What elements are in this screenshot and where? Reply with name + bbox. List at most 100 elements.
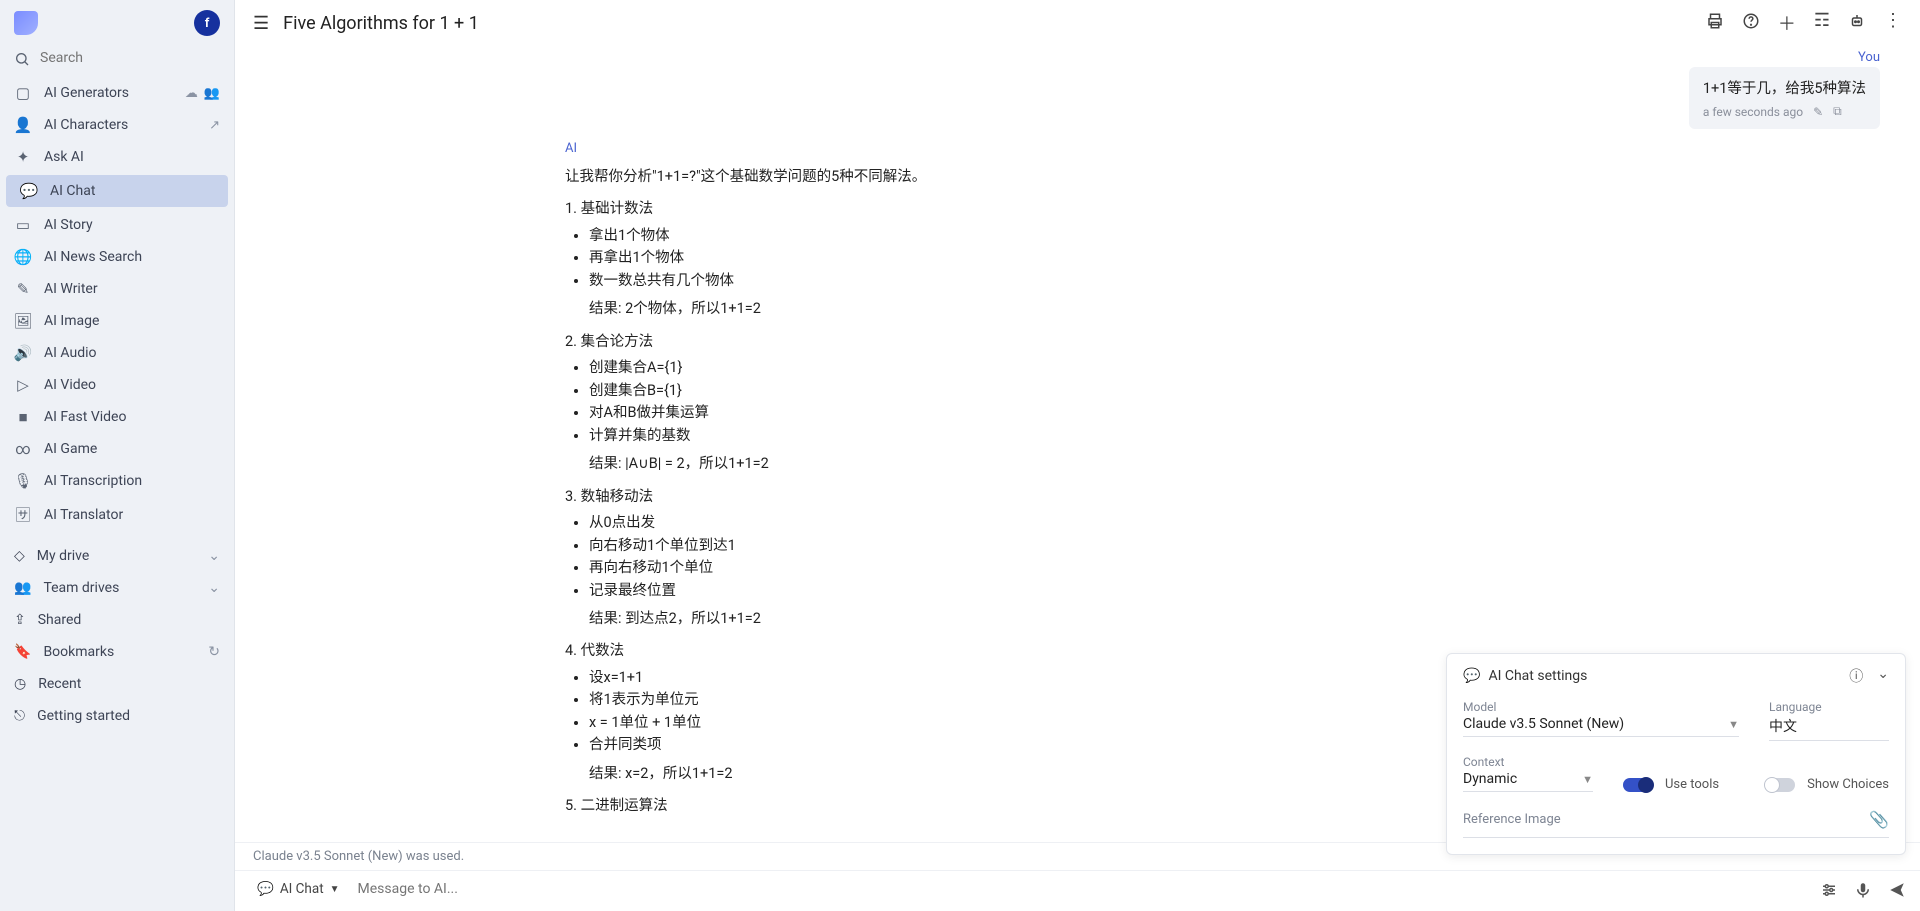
dropdown-icon: ▼ — [1728, 718, 1739, 731]
sidebar-tool-ai-writer[interactable]: ✎AI Writer — [0, 273, 234, 305]
send-icon[interactable] — [1888, 879, 1906, 900]
sidebar-tool-ai-fast-video[interactable]: ■AI Fast Video — [0, 401, 234, 433]
mode-chip[interactable]: 💬 AI Chat ▼ — [249, 877, 348, 901]
label: AI Characters — [44, 117, 128, 133]
sidebar-tool-ai-game[interactable]: ∞ AI Game — [0, 433, 234, 465]
topbar: ☰ Five Algorithms for 1 + 1 ＋ ☶ ⋮ — [235, 0, 1920, 46]
sidebar-ai-characters[interactable]: 👤 AI Characters ↗ — [0, 109, 234, 141]
user-avatar[interactable]: f — [194, 10, 220, 36]
tune-icon[interactable] — [1820, 879, 1838, 900]
sidebar-tool-ai-audio[interactable]: 🔊 AI Audio — [0, 337, 234, 369]
open-icon[interactable]: ↗ — [209, 118, 220, 133]
chevron-down-icon: ⌄ — [208, 548, 220, 564]
list-item: 计算并集的基数 — [589, 425, 1225, 447]
list-item: 再向右移动1个单位 — [589, 557, 1225, 579]
more-icon[interactable]: ⋮ — [1884, 10, 1902, 36]
volume-icon: 🔊 — [14, 344, 32, 362]
list-item: 向右移动1个单位到达1 — [589, 535, 1225, 557]
image-icon: 🖼 — [14, 312, 32, 330]
print-icon[interactable] — [1706, 10, 1724, 36]
list-item: 创建集合B={1} — [589, 380, 1225, 402]
copy-icon[interactable]: ⧉ — [1833, 104, 1842, 119]
reference-image-label: Reference Image — [1463, 812, 1561, 827]
sidebar-section-my-drive[interactable]: ◇ My drive ⌄ — [0, 540, 234, 572]
list-item: x = 1单位 + 1单位 — [589, 712, 1225, 734]
label: My drive — [37, 548, 89, 564]
list-item: 合并同类项 — [589, 734, 1225, 756]
show-choices-label: Show Choices — [1807, 777, 1889, 792]
sidebar-ai-generators[interactable]: ▢ AI Generators ☁ 👥 — [0, 77, 234, 109]
search-input[interactable] — [40, 50, 220, 66]
ai-response: 让我帮你分析"1+1=?"这个基础数学问题的5种不同解法。 1. 基础计数法 拿… — [565, 166, 1225, 818]
model-value: Claude v3.5 Sonnet (New) — [1463, 716, 1624, 732]
group-icon[interactable]: 👥 — [204, 86, 220, 101]
message-input[interactable] — [358, 881, 1810, 897]
method-1-result: 结果: 2个物体，所以1+1=2 — [589, 298, 1225, 320]
user-message-time: a few seconds ago — [1703, 105, 1803, 119]
language-value: 中文 — [1769, 716, 1797, 736]
sidebar-section-shared[interactable]: ⇪Shared — [0, 604, 234, 636]
sidebar-tool-ai-chat[interactable]: 💬AI Chat — [6, 175, 228, 207]
chat-icon: 💬 — [257, 881, 274, 897]
translate-icon: 🈂 — [14, 504, 32, 525]
cloud-icon[interactable]: ☁ — [185, 86, 198, 101]
sidebar-section-recent[interactable]: ◷Recent — [0, 668, 234, 700]
info-icon[interactable]: ⓘ — [1849, 666, 1863, 686]
ai-chat-settings-panel: 💬 AI Chat settings ⓘ ⌄ Model Claude v3.5… — [1446, 653, 1906, 855]
globe-icon: 🌐 — [14, 248, 32, 266]
sidebar-section-bookmarks[interactable]: 🔖Bookmarks↻ — [0, 636, 234, 668]
label: AI Audio — [44, 345, 96, 361]
edit-icon[interactable]: ✎ — [1813, 105, 1823, 119]
use-tools-toggle[interactable]: Use tools — [1623, 777, 1719, 792]
settings-title: AI Chat settings — [1488, 668, 1587, 684]
book-icon: ▭ — [14, 216, 32, 234]
sidebar-tool-ai-image[interactable]: 🖼AI Image — [0, 305, 234, 337]
robot-icon[interactable] — [1848, 10, 1866, 36]
label: AI Generators — [44, 85, 129, 101]
drive-icon: ◇ — [14, 548, 25, 564]
attach-icon[interactable]: 📎 — [1869, 810, 1889, 829]
sidebar-section-getting-started[interactable]: ⎋Getting started — [0, 700, 234, 732]
language-field[interactable]: Language 中文 — [1769, 700, 1889, 741]
app-logo[interactable] — [14, 11, 38, 35]
menu-icon[interactable]: ☰ — [253, 13, 269, 34]
label: AI News Search — [44, 249, 142, 265]
sidebar-tool-ai-story[interactable]: ▭AI Story — [0, 209, 234, 241]
sidebar-section-team-drives[interactable]: 👥Team drives⌄ — [0, 572, 234, 604]
play-icon: ▷ — [14, 376, 32, 394]
game-icon: ∞ — [14, 440, 32, 458]
sidebar-tool-ai-translator[interactable]: 🈂AI Translator — [0, 497, 234, 532]
label: Team drives — [43, 580, 119, 596]
main: ☰ Five Algorithms for 1 + 1 ＋ ☶ ⋮ You 1+… — [235, 0, 1920, 911]
label: AI Game — [44, 441, 97, 457]
model-label: Model — [1463, 700, 1739, 714]
add-icon[interactable]: ＋ — [1778, 10, 1796, 36]
method-5-heading: 5. 二进制运算法 — [565, 795, 1225, 817]
sidebar-ask-ai[interactable]: ✦ Ask AI — [0, 141, 234, 173]
input-bar: 💬 AI Chat ▼ — [235, 870, 1920, 911]
chevron-down-icon: ⌄ — [208, 580, 220, 596]
search-row[interactable] — [0, 42, 234, 77]
method-2-heading: 2. 集合论方法 — [565, 331, 1225, 353]
sidebar-tool-ai-transcription[interactable]: 🎙AI Transcription — [0, 465, 234, 497]
camera-icon: ■ — [14, 408, 32, 426]
sidebar-tool-ai-video[interactable]: ▷AI Video — [0, 369, 234, 401]
refresh-icon[interactable]: ↻ — [208, 644, 220, 660]
reference-image-field[interactable]: Reference Image 📎 — [1463, 810, 1889, 838]
list-item: 数一数总共有几个物体 — [589, 270, 1225, 292]
chevron-down-icon[interactable]: ⌄ — [1877, 666, 1889, 686]
clock-icon: ◷ — [14, 676, 26, 692]
label: AI Chat — [50, 183, 95, 199]
help-icon[interactable] — [1742, 10, 1760, 36]
plus-sparkle-icon: ✦ — [14, 148, 32, 166]
sidebar-tool-ai-news-search[interactable]: 🌐 AI News Search — [0, 241, 234, 273]
share-icon: ⇪ — [14, 612, 26, 628]
context-value: Dynamic — [1463, 771, 1517, 787]
method-4-result: 结果: x=2，所以1+1=2 — [589, 763, 1225, 785]
context-field[interactable]: Context Dynamic▼ — [1463, 755, 1593, 792]
page-title: Five Algorithms for 1 + 1 — [283, 13, 479, 34]
show-choices-toggle[interactable]: Show Choices — [1765, 777, 1889, 792]
model-field[interactable]: Model Claude v3.5 Sonnet (New) ▼ — [1463, 700, 1739, 741]
mic-icon[interactable] — [1854, 879, 1872, 900]
list-icon[interactable]: ☶ — [1814, 10, 1830, 36]
